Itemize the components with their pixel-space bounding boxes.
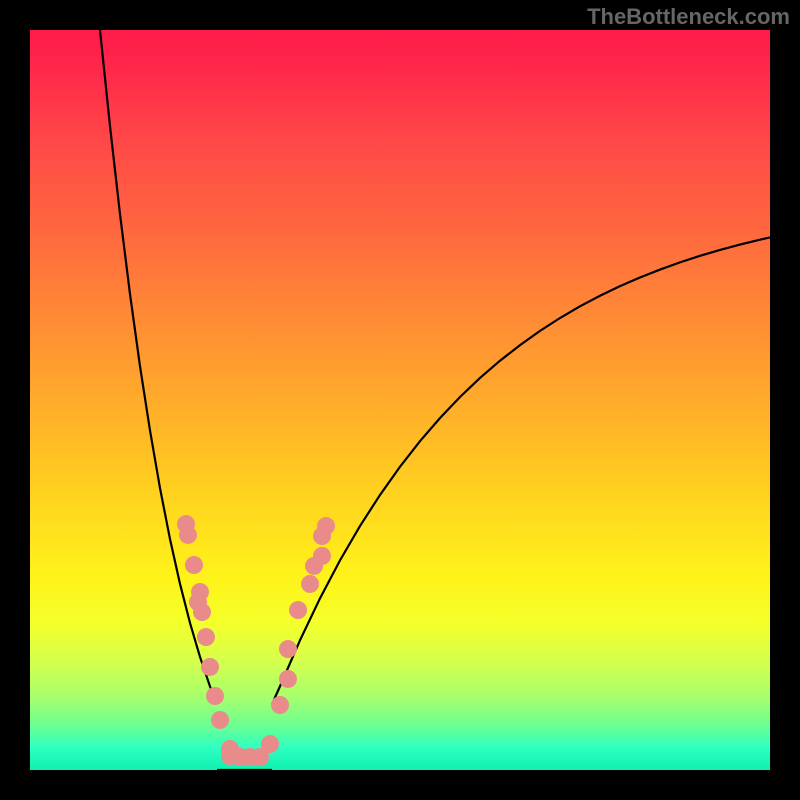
data-dot [301, 575, 319, 593]
dots-layer [30, 30, 770, 770]
plot-area [30, 30, 770, 770]
data-dot [279, 640, 297, 658]
chart-frame: TheBottleneck.com [0, 0, 800, 800]
data-dot [317, 517, 335, 535]
data-dot [197, 628, 215, 646]
data-dot [211, 711, 229, 729]
data-dot [313, 547, 331, 565]
data-dot [206, 687, 224, 705]
data-dot [179, 526, 197, 544]
data-dot [279, 670, 297, 688]
data-dot [261, 735, 279, 753]
data-dot [185, 556, 203, 574]
watermark-text: TheBottleneck.com [587, 4, 790, 30]
data-dot [289, 601, 307, 619]
data-dot [271, 696, 289, 714]
data-dot [193, 603, 211, 621]
data-dot [201, 658, 219, 676]
